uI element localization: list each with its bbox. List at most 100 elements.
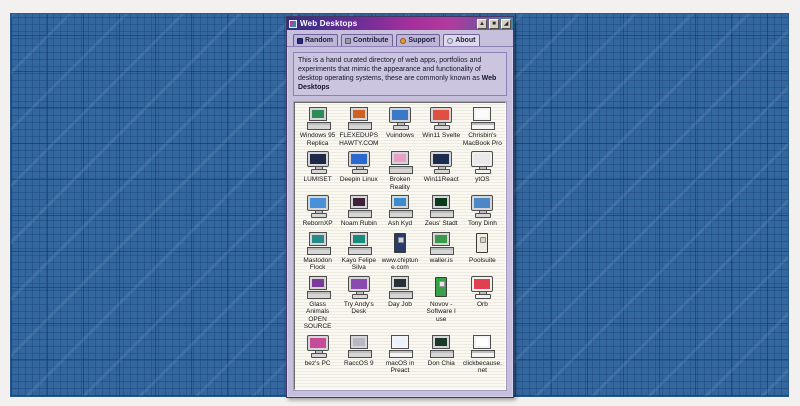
desktop-item-label: RaccOS 9 <box>343 359 374 367</box>
tab-random[interactable]: Random <box>293 34 338 46</box>
computer-icon <box>469 334 496 358</box>
desktop-item[interactable]: Zeus' Stadt <box>421 195 462 228</box>
desktop-item[interactable]: Orb <box>462 275 503 331</box>
computer-screen <box>349 334 368 349</box>
computer-screen <box>306 195 329 211</box>
desktop-item-label: Chrisbin's MacBook Pro <box>462 132 502 147</box>
desktop-item[interactable]: Vuindows <box>379 107 420 147</box>
computer-screen <box>432 231 451 246</box>
tab-contribute[interactable]: Contribute <box>341 34 394 46</box>
computer-screen <box>390 275 409 290</box>
desktop-item-label: waller.is <box>429 256 453 264</box>
computer-icon <box>387 232 413 255</box>
computer-icon <box>387 195 413 218</box>
desktop-item-label: Don Chia <box>427 359 455 367</box>
window-button-shade[interactable]: ▲ <box>477 18 487 29</box>
computer-icon <box>428 107 454 130</box>
desktop-item[interactable]: Kayo Felipe Silva <box>338 231 379 272</box>
window-button-close[interactable]: ◢ <box>501 18 511 29</box>
desktop-item[interactable]: Poolsuite <box>462 232 503 272</box>
computer-screen <box>471 275 494 292</box>
desktop-item[interactable]: Deepin Linux <box>338 151 379 191</box>
desktop-item[interactable]: Broken Reality <box>379 151 420 191</box>
desktop-item-label: www.chiptune.com <box>381 256 419 272</box>
computer-icon <box>387 107 413 130</box>
desktop-item-label: Orb <box>476 300 488 308</box>
tab-label: Contribute <box>353 37 389 44</box>
desktop-item-label: Vuindows <box>386 132 414 139</box>
computer-icon <box>428 334 455 358</box>
desktop-item-label: Win11React <box>423 176 459 183</box>
desktop-item[interactable]: Novov - Software I use <box>421 276 462 331</box>
window-button-maximize[interactable]: ■ <box>489 18 499 29</box>
web-desktops-window: Web Desktops ▲ ■ ◢ Random Contribute Support… <box>286 16 514 398</box>
computer-icon <box>469 195 495 218</box>
desktop-item-label: Windows 95 Replica <box>299 132 336 147</box>
computer-icon <box>346 107 372 130</box>
desktop-item[interactable]: Glass Animals OPEN SOURCE <box>297 275 338 331</box>
desktop-item-label: Poolsuite <box>469 256 496 264</box>
desktop-item[interactable]: www.chiptune.com <box>379 232 420 272</box>
computer-screen <box>435 276 448 297</box>
description-text: This is a hand curated directory of web … <box>298 57 482 82</box>
window-titlebar[interactable]: Web Desktops ▲ ■ ◢ <box>287 17 513 30</box>
dice-icon <box>297 37 303 44</box>
computer-screen <box>471 195 494 211</box>
computer-icon <box>469 232 495 255</box>
desktop-item[interactable]: ytOS <box>462 151 503 191</box>
desktop-item-label: Kayo Felipe Silva <box>341 256 376 272</box>
desktop-item[interactable]: Try Andy's Desk <box>338 275 379 331</box>
desktop-item[interactable]: Windows 95 Replica <box>297 107 338 147</box>
desktop-item[interactable]: Ash Kyd <box>379 195 420 228</box>
computer-icon <box>469 151 495 174</box>
computer-screen <box>473 107 492 121</box>
computer-icon <box>469 275 495 299</box>
tab-label: Support <box>408 37 436 44</box>
tab-about[interactable]: About <box>443 34 481 46</box>
desktop-item[interactable]: Day Job <box>379 275 420 331</box>
desktop-item[interactable]: waller.is <box>421 231 462 272</box>
computer-icon <box>346 334 372 358</box>
desktop-item[interactable]: macOS in Preact <box>379 334 420 375</box>
desktop-item[interactable]: LUMISET <box>297 151 338 191</box>
computer-screen <box>308 107 327 121</box>
computer-icon <box>428 151 454 174</box>
computer-screen <box>349 107 368 121</box>
desktop-item[interactable]: Chrisbin's MacBook Pro <box>462 107 503 147</box>
computer-icon <box>346 231 372 255</box>
desktop-item-label: Day Job <box>388 300 412 308</box>
computer-icon <box>469 107 496 130</box>
computer-icon <box>346 195 372 218</box>
desktop-item[interactable]: Don Chia <box>421 334 462 375</box>
desktop-item[interactable]: RaccOS 9 <box>338 334 379 375</box>
pencil-icon <box>345 37 351 44</box>
desktop-item[interactable]: RebornXP <box>297 195 338 228</box>
desktop-item-label: Glass Animals OPEN SOURCE <box>303 300 332 331</box>
computer-icon <box>305 195 331 218</box>
computer-screen <box>473 334 492 349</box>
desktop-item[interactable]: clickbecause.net <box>462 334 503 375</box>
desktop-item[interactable]: bez's PC <box>297 334 338 375</box>
desktop-item[interactable]: Win11React <box>421 151 462 191</box>
computer-screen <box>430 107 453 123</box>
computer-icon <box>428 276 454 299</box>
computer-screen <box>388 107 411 123</box>
desktop-item-label: Ash Kyd <box>387 220 413 227</box>
desktop-item-label: clickbecause.net <box>462 359 502 375</box>
tab-bar: Random Contribute Support About <box>287 30 513 47</box>
tab-support[interactable]: Support <box>396 34 441 46</box>
heart-icon <box>400 37 407 44</box>
icons-grid: Windows 95 Replica FLEXEDUPSHAWTY.COM Vuin… <box>295 103 505 375</box>
desktop-item-label: LUMISET <box>303 176 332 183</box>
computer-icon <box>346 275 372 299</box>
desktop-item[interactable]: Noam Rubin <box>338 195 379 228</box>
desktop-item[interactable]: Tony Dinh <box>462 195 503 228</box>
computer-screen <box>306 151 329 167</box>
desktop-item[interactable]: Mastodon Flock <box>297 231 338 272</box>
computer-screen <box>349 195 368 209</box>
computer-screen <box>349 231 368 246</box>
desktop-item-label: Tony Dinh <box>467 220 497 227</box>
computer-screen <box>347 275 370 292</box>
desktop-item[interactable]: FLEXEDUPSHAWTY.COM <box>338 107 379 147</box>
desktop-item[interactable]: Win11 Svelte <box>421 107 462 147</box>
